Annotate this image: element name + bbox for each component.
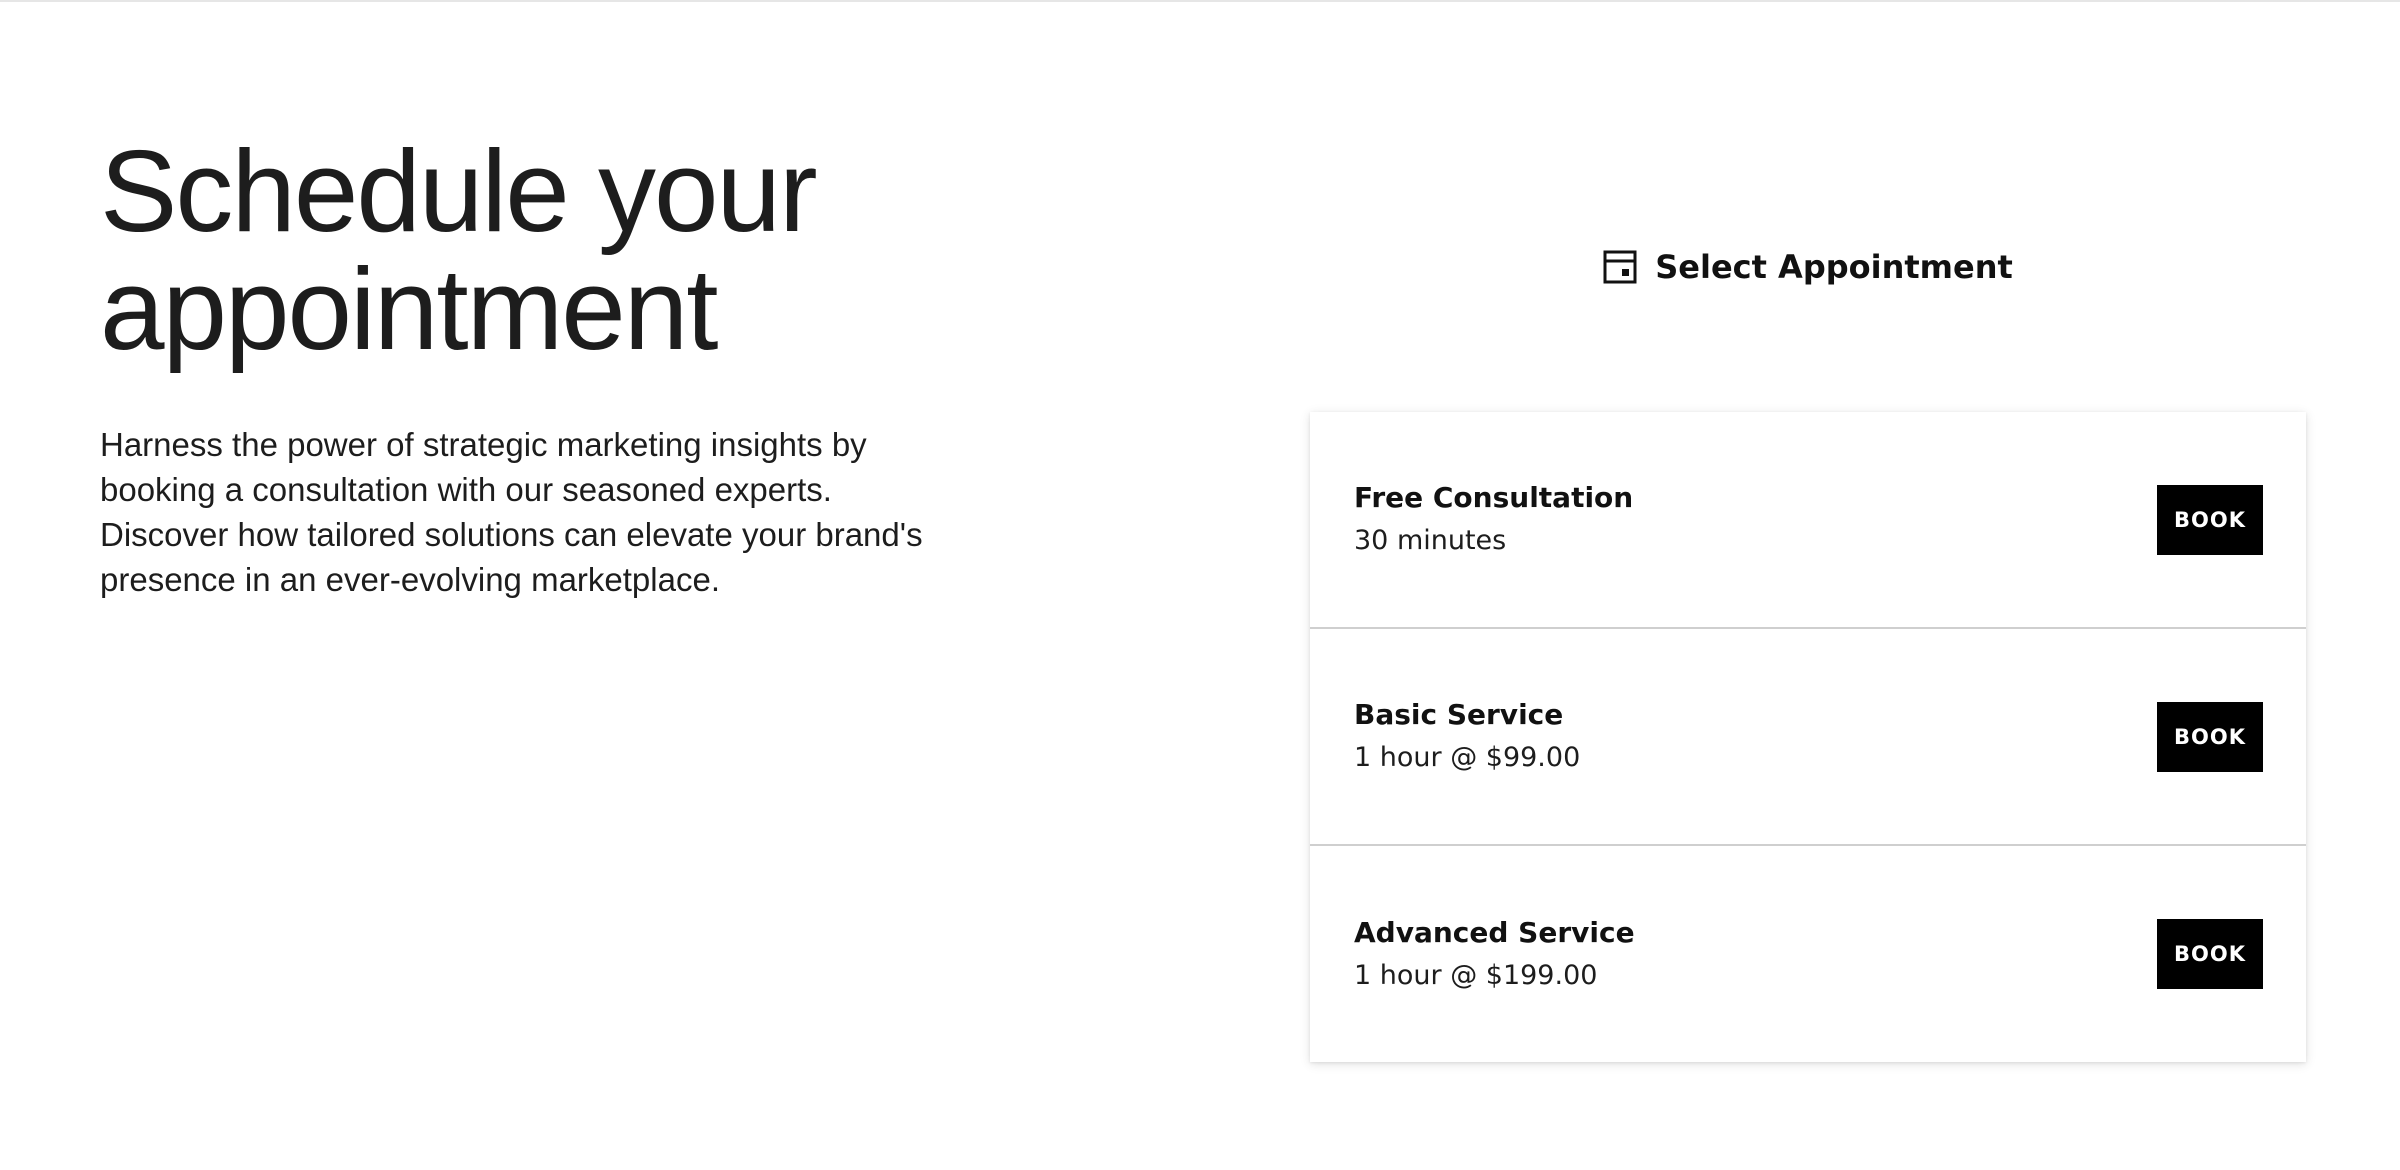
- service-list: Free Consultation 30 minutes BOOK Basic …: [1310, 412, 2306, 1062]
- booking-title: Select Appointment: [1655, 248, 2013, 286]
- service-name: Advanced Service: [1354, 915, 1635, 949]
- page-title-line-1: Schedule your: [100, 126, 818, 256]
- service-item-advanced-service: Advanced Service 1 hour @ $199.00 BOOK: [1310, 846, 2306, 1062]
- calendar-icon: [1603, 250, 1637, 284]
- page-description: Harness the power of strategic marketing…: [100, 426, 923, 598]
- service-name: Basic Service: [1354, 698, 1564, 731]
- page-title-line-2: appointment: [100, 244, 718, 374]
- book-button-advanced-service[interactable]: BOOK: [2157, 919, 2263, 989]
- service-item-free-consultation: Free Consultation 30 minutes BOOK: [1310, 412, 2306, 629]
- service-detail: 1 hour @ $199.00: [1354, 959, 1598, 991]
- top-divider: [0, 0, 2400, 2]
- service-name: Free Consultation: [1354, 481, 1634, 514]
- page-title: Schedule your appointment: [100, 132, 1000, 368]
- service-info: Advanced Service 1 hour @ $199.00: [1354, 913, 1635, 996]
- book-button-free-consultation[interactable]: BOOK: [2157, 484, 2263, 555]
- service-item-basic-service: Basic Service 1 hour @ $99.00 BOOK: [1310, 629, 2306, 846]
- service-detail: 30 minutes: [1354, 525, 1507, 556]
- service-info: Basic Service 1 hour @ $99.00: [1354, 695, 1580, 778]
- booking-header: Select Appointment: [1310, 248, 2306, 286]
- book-button-basic-service[interactable]: BOOK: [2157, 701, 2263, 772]
- hero-section: Schedule your appointment Harness the po…: [100, 132, 1000, 602]
- service-detail: 1 hour @ $99.00: [1354, 742, 1581, 773]
- service-info: Free Consultation 30 minutes: [1354, 478, 1633, 561]
